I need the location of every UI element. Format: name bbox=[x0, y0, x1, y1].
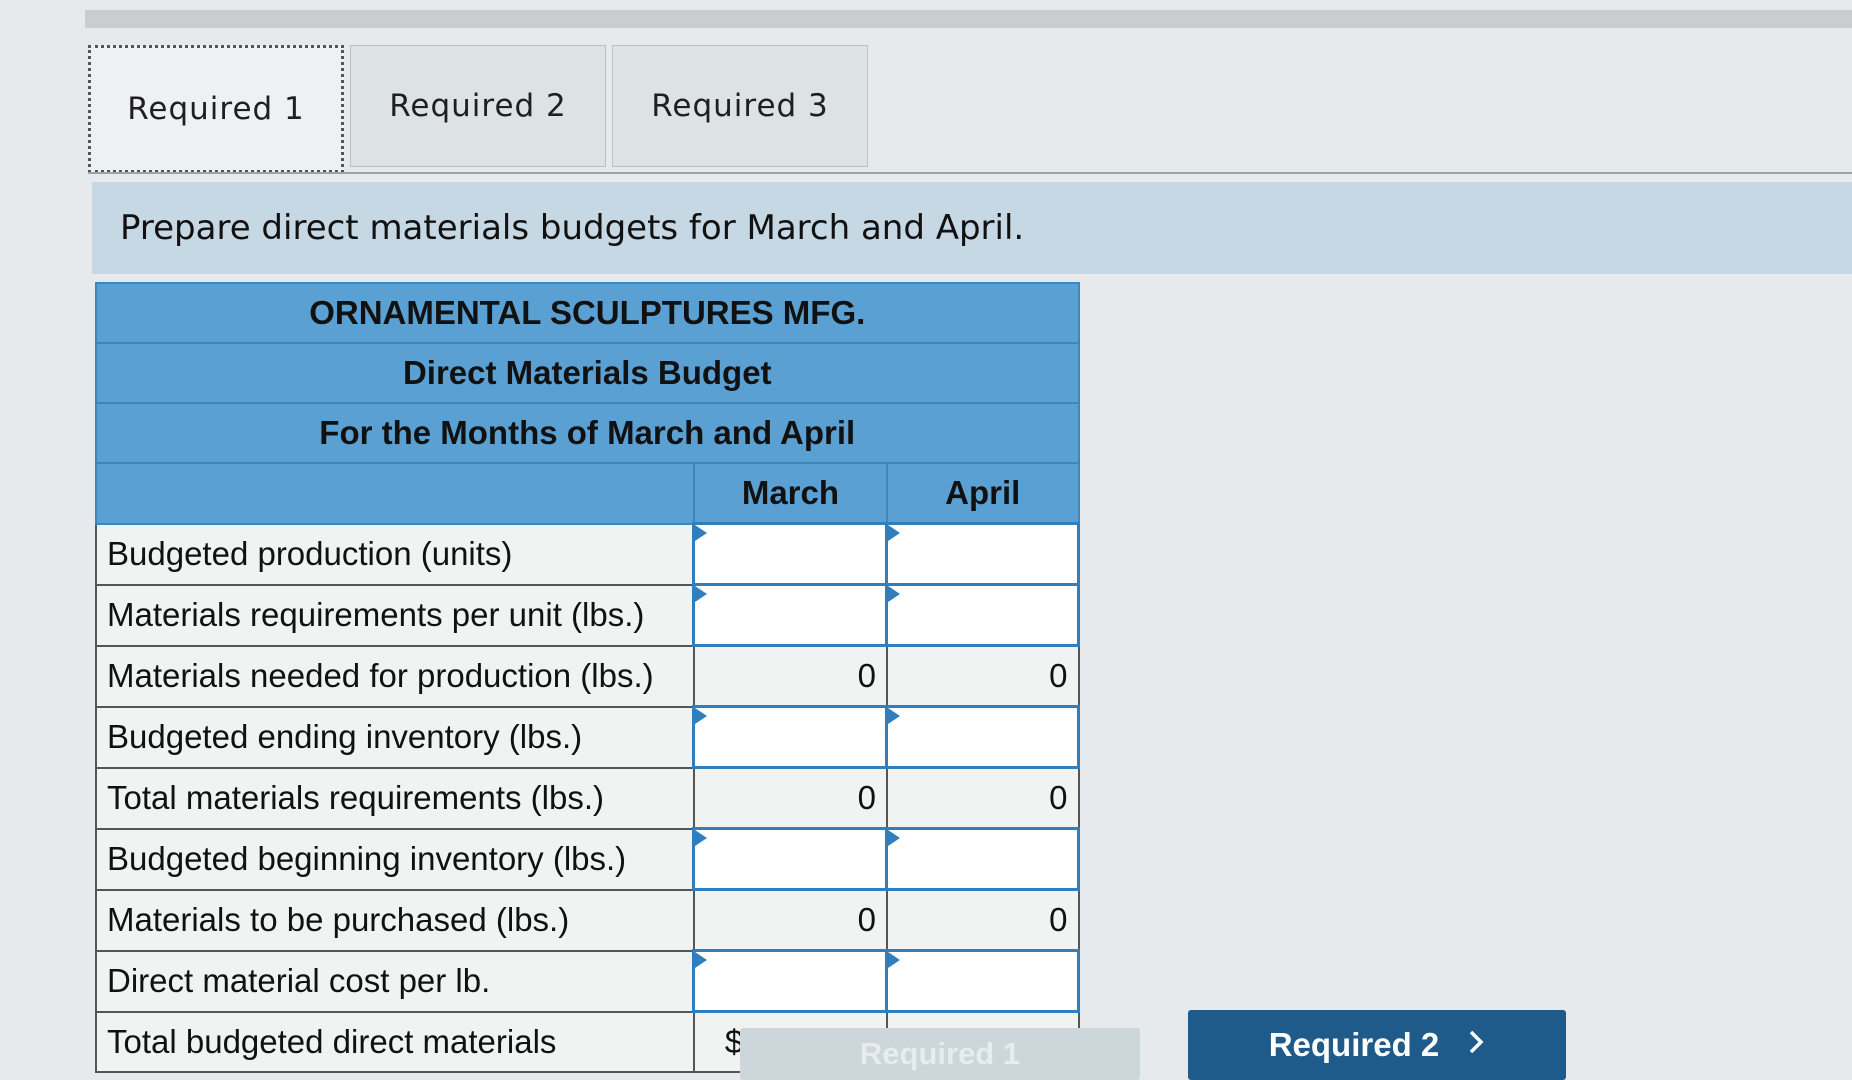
april-materials-per-unit-input[interactable] bbox=[885, 583, 1080, 647]
april-beginning-inventory-input[interactable] bbox=[885, 827, 1080, 891]
next-button-label: Required 2 bbox=[1268, 1026, 1440, 1063]
header-blank bbox=[95, 462, 695, 525]
table-row: Budgeted beginning inventory (lbs.) bbox=[95, 827, 1080, 891]
column-header-march: March bbox=[692, 462, 888, 525]
row-label: Materials requirements per unit (lbs.) bbox=[95, 583, 695, 647]
tab-bar: Required 1 Required 2 Required 3 bbox=[88, 45, 868, 173]
row-label: Total materials requirements (lbs.) bbox=[95, 766, 695, 830]
row-label: Budgeted production (units) bbox=[95, 522, 695, 586]
march-ending-inventory-input[interactable] bbox=[692, 705, 889, 769]
table-row: Budgeted production (units) bbox=[95, 522, 1080, 586]
next-button[interactable]: Required 2 bbox=[1188, 1010, 1566, 1080]
row-label: Direct material cost per lb. bbox=[95, 949, 695, 1013]
row-label: Materials to be purchased (lbs.) bbox=[95, 888, 695, 952]
company-name: ORNAMENTAL SCULPTURES MFG. bbox=[95, 282, 1080, 343]
row-label: Materials needed for production (lbs.) bbox=[95, 644, 695, 708]
march-total-requirements-value: 0 bbox=[692, 766, 888, 830]
table-row: Budgeted ending inventory (lbs.) bbox=[95, 705, 1080, 769]
march-cost-per-lb-field[interactable] bbox=[696, 958, 880, 1004]
previous-button[interactable]: Required 1 bbox=[740, 1028, 1140, 1080]
chevron-right-icon bbox=[1467, 1026, 1485, 1064]
march-production-field[interactable] bbox=[696, 531, 880, 577]
tab-required-3[interactable]: Required 3 bbox=[612, 45, 868, 167]
row-label: Total budgeted direct materials bbox=[95, 1010, 695, 1073]
april-ending-inventory-input[interactable] bbox=[885, 705, 1080, 769]
row-label: Budgeted ending inventory (lbs.) bbox=[95, 705, 695, 769]
april-ending-inventory-field[interactable] bbox=[889, 714, 1071, 760]
april-total-requirements-value: 0 bbox=[885, 766, 1080, 830]
direct-materials-budget-table: ORNAMENTAL SCULPTURES MFG. Direct Materi… bbox=[95, 282, 1080, 1073]
instruction-text: Prepare direct materials budgets for Mar… bbox=[92, 182, 1852, 274]
april-production-field[interactable] bbox=[889, 531, 1071, 577]
march-materials-per-unit-input[interactable] bbox=[692, 583, 889, 647]
march-cost-per-lb-input[interactable] bbox=[692, 949, 889, 1013]
previous-button-label: Required 1 bbox=[859, 1036, 1021, 1071]
april-materials-purchased-value: 0 bbox=[885, 888, 1080, 952]
march-materials-needed-value: 0 bbox=[692, 644, 888, 708]
april-beginning-inventory-field[interactable] bbox=[889, 836, 1071, 882]
column-header-april: April bbox=[885, 462, 1080, 525]
tab-divider bbox=[88, 172, 1852, 174]
march-materials-purchased-value: 0 bbox=[692, 888, 888, 952]
budget-period: For the Months of March and April bbox=[95, 402, 1080, 463]
april-cost-per-lb-field[interactable] bbox=[889, 958, 1071, 1004]
april-cost-per-lb-input[interactable] bbox=[885, 949, 1080, 1013]
top-bar bbox=[85, 10, 1852, 28]
march-ending-inventory-field[interactable] bbox=[696, 714, 880, 760]
row-label: Budgeted beginning inventory (lbs.) bbox=[95, 827, 695, 891]
table-row: Materials requirements per unit (lbs.) bbox=[95, 583, 1080, 647]
tab-required-2[interactable]: Required 2 bbox=[350, 45, 606, 167]
table-row: Materials to be purchased (lbs.) 0 0 bbox=[95, 888, 1080, 952]
table-row: Direct material cost per lb. bbox=[95, 949, 1080, 1013]
tab-required-1[interactable]: Required 1 bbox=[88, 45, 344, 173]
table-row: Total materials requirements (lbs.) 0 0 bbox=[95, 766, 1080, 830]
march-materials-per-unit-field[interactable] bbox=[696, 592, 880, 638]
march-production-input[interactable] bbox=[692, 522, 889, 586]
april-materials-per-unit-field[interactable] bbox=[889, 592, 1071, 638]
march-beginning-inventory-field[interactable] bbox=[696, 836, 880, 882]
april-production-input[interactable] bbox=[885, 522, 1080, 586]
table-row: Materials needed for production (lbs.) 0… bbox=[95, 644, 1080, 708]
march-beginning-inventory-input[interactable] bbox=[692, 827, 889, 891]
budget-title: Direct Materials Budget bbox=[95, 342, 1080, 403]
april-materials-needed-value: 0 bbox=[885, 644, 1080, 708]
